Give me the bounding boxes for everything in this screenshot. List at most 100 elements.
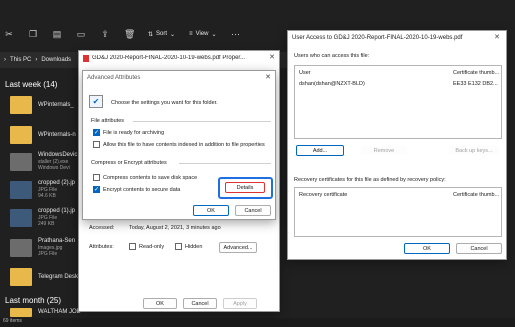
- remove-button[interactable]: Remove: [360, 145, 408, 156]
- readonly-checkbox[interactable]: Read-only: [129, 243, 164, 250]
- backup-keys-button[interactable]: Back up keys...: [448, 145, 500, 156]
- list-item[interactable]: WPinternals-n: [10, 126, 76, 144]
- share-icon[interactable]: ⇪: [100, 29, 110, 40]
- advanced-intro: Choose the settings you want for this fo…: [111, 100, 218, 106]
- list-item[interactable]: WALTHAM JOB: [10, 308, 81, 317]
- properties-titlebar: GD&J 2020-Report-FINAL-2020-10-19-webs.p…: [79, 51, 279, 65]
- advanced-button[interactable]: Advanced...: [219, 242, 257, 253]
- folder-icon: [10, 268, 32, 286]
- archive-checkbox[interactable]: ✓ File is ready for archiving: [93, 129, 164, 136]
- copy-icon[interactable]: ❐: [28, 29, 38, 40]
- compress-checkbox[interactable]: Compress contents to save disk space: [93, 174, 197, 181]
- group-header-last-week[interactable]: Last week (14): [5, 80, 57, 89]
- view-button[interactable]: ≡ View ⌄: [189, 31, 216, 38]
- list-item[interactable]: WindowsDevic staller (2).exe Windows Dev…: [10, 152, 77, 171]
- encrypt-label: Encrypt contents to secure data: [103, 186, 181, 193]
- folder-icon: [10, 126, 32, 144]
- encrypt-checkbox[interactable]: ✓ Encrypt contents to secure data: [93, 186, 180, 193]
- details-button[interactable]: Details: [225, 182, 265, 193]
- view-label: View: [195, 31, 209, 37]
- image-thumbnail-icon: [10, 238, 32, 257]
- checkbox-box: [129, 243, 136, 250]
- ok-button[interactable]: OK: [404, 243, 450, 254]
- table-row[interactable]: dshan(dshan@NZXT-BLD) EE33 E132 DB2...: [295, 80, 501, 89]
- cut-icon[interactable]: ✂: [4, 29, 14, 40]
- accessed-label: Accessed:: [89, 225, 115, 231]
- file-type: Windows Devi: [38, 165, 70, 171]
- archive-label: File is ready for archiving: [103, 129, 165, 136]
- cancel-button[interactable]: Cancel: [235, 205, 271, 216]
- checkbox-box: [93, 141, 100, 148]
- close-icon[interactable]: ✕: [269, 53, 275, 61]
- close-icon[interactable]: ✕: [265, 73, 271, 81]
- hidden-checkbox[interactable]: Hidden: [175, 243, 202, 250]
- advanced-title: Advanced Attributes: [87, 75, 141, 81]
- image-thumbnail-icon: [10, 208, 32, 227]
- explorer-toolbar: ✂ ❐ ▤ ▭ ⇪ 🗑 ⇅ Sort ⌄ ≡ View ⌄ ⋯: [0, 22, 300, 46]
- list-item[interactable]: WPinternals_: [10, 96, 74, 114]
- delete-icon[interactable]: 🗑: [124, 29, 135, 40]
- users-list[interactable]: User Certificate thumb... dshan(dshan@NZ…: [294, 65, 502, 139]
- file-size: 94.6 KB: [38, 193, 56, 199]
- ok-button[interactable]: OK: [193, 205, 229, 216]
- properties-title: GD&J 2020-Report-FINAL-2020-10-19-webs.p…: [92, 55, 246, 61]
- advanced-titlebar: Advanced Attributes: [83, 71, 275, 85]
- readonly-label: Read-only: [139, 243, 165, 250]
- status-bar: 69 items: [0, 318, 515, 327]
- list-item[interactable]: cropped (1).jp JPG File 249 KB: [10, 208, 75, 227]
- recovery-list[interactable]: Recovery certificate Certificate thumb..…: [294, 187, 502, 237]
- ok-button[interactable]: OK: [143, 298, 177, 309]
- column-header-certificate[interactable]: Certificate thumb...: [453, 192, 499, 198]
- index-label: Allow this file to have contents indexed…: [103, 141, 265, 148]
- attributes-label: Attributes:: [89, 244, 114, 250]
- file-attributes-header: File attributes: [91, 118, 125, 124]
- breadcrumb-downloads[interactable]: Downloads: [41, 57, 71, 63]
- cancel-button[interactable]: Cancel: [456, 243, 502, 254]
- breadcrumb-this-pc[interactable]: This PC: [10, 57, 31, 63]
- divider: [133, 121, 271, 122]
- sort-label: Sort: [156, 31, 168, 37]
- user-cert-cell: EE33 E132 DB2...: [453, 81, 498, 87]
- sort-icon: ⇅: [148, 31, 154, 38]
- recovery-label: Recovery certificates for this file as d…: [294, 177, 446, 183]
- cancel-button[interactable]: Cancel: [183, 298, 217, 309]
- attributes-checkmark-icon: ✔: [89, 95, 103, 108]
- file-name: WPinternals_: [38, 101, 74, 108]
- chevron-down-icon: ⌄: [211, 31, 217, 38]
- hidden-label: Hidden: [185, 243, 203, 250]
- index-checkbox[interactable]: Allow this file to have contents indexed…: [93, 141, 265, 148]
- divider: [179, 163, 271, 164]
- file-name: Prathana-Sen: [38, 238, 76, 244]
- column-header-certificate[interactable]: Certificate thumb...: [453, 70, 499, 76]
- more-options-icon[interactable]: ⋯: [231, 29, 241, 40]
- chevron-right-icon: ›: [35, 57, 38, 63]
- paste-icon[interactable]: ▤: [52, 29, 62, 40]
- view-icon: ≡: [189, 31, 193, 37]
- compress-label: Compress contents to save disk space: [103, 174, 198, 181]
- column-header-user[interactable]: User: [299, 70, 311, 76]
- file-name: cropped (2).jp: [38, 180, 76, 186]
- file-name: WALTHAM JOB: [38, 309, 81, 315]
- apply-button[interactable]: Apply: [223, 298, 257, 309]
- user-access-dialog: User Access to GD&J 2020-Report-FINAL-20…: [287, 30, 507, 260]
- file-name: WindowsDevic: [38, 152, 78, 158]
- file-name: cropped (1).jp: [38, 208, 76, 214]
- column-header-recovery[interactable]: Recovery certificate: [299, 192, 347, 198]
- file-name: Telegram Desk: [38, 273, 79, 280]
- checkbox-box: [175, 243, 182, 250]
- file-size: 249 KB: [38, 221, 55, 227]
- chevron-right-icon: ›: [4, 57, 6, 63]
- close-icon[interactable]: ✕: [494, 33, 500, 41]
- group-header-last-month[interactable]: Last month (25): [5, 296, 61, 305]
- checkbox-box: ✓: [93, 129, 100, 136]
- add-button[interactable]: Add...: [296, 145, 344, 156]
- compress-encrypt-header: Compress or Encrypt attributes: [91, 160, 167, 166]
- checkbox-box: ✓: [93, 186, 100, 193]
- sort-button[interactable]: ⇅ Sort ⌄: [148, 31, 175, 38]
- executable-icon: [10, 152, 32, 171]
- list-item[interactable]: Prathana-Sen Images.jpg JPG File: [10, 238, 75, 257]
- rename-icon[interactable]: ▭: [76, 29, 86, 40]
- list-item[interactable]: Telegram Desk: [10, 268, 78, 286]
- user-name-cell: dshan(dshan@NZXT-BLD): [299, 81, 365, 87]
- list-item[interactable]: cropped (2).jp JPG File 94.6 KB: [10, 180, 75, 199]
